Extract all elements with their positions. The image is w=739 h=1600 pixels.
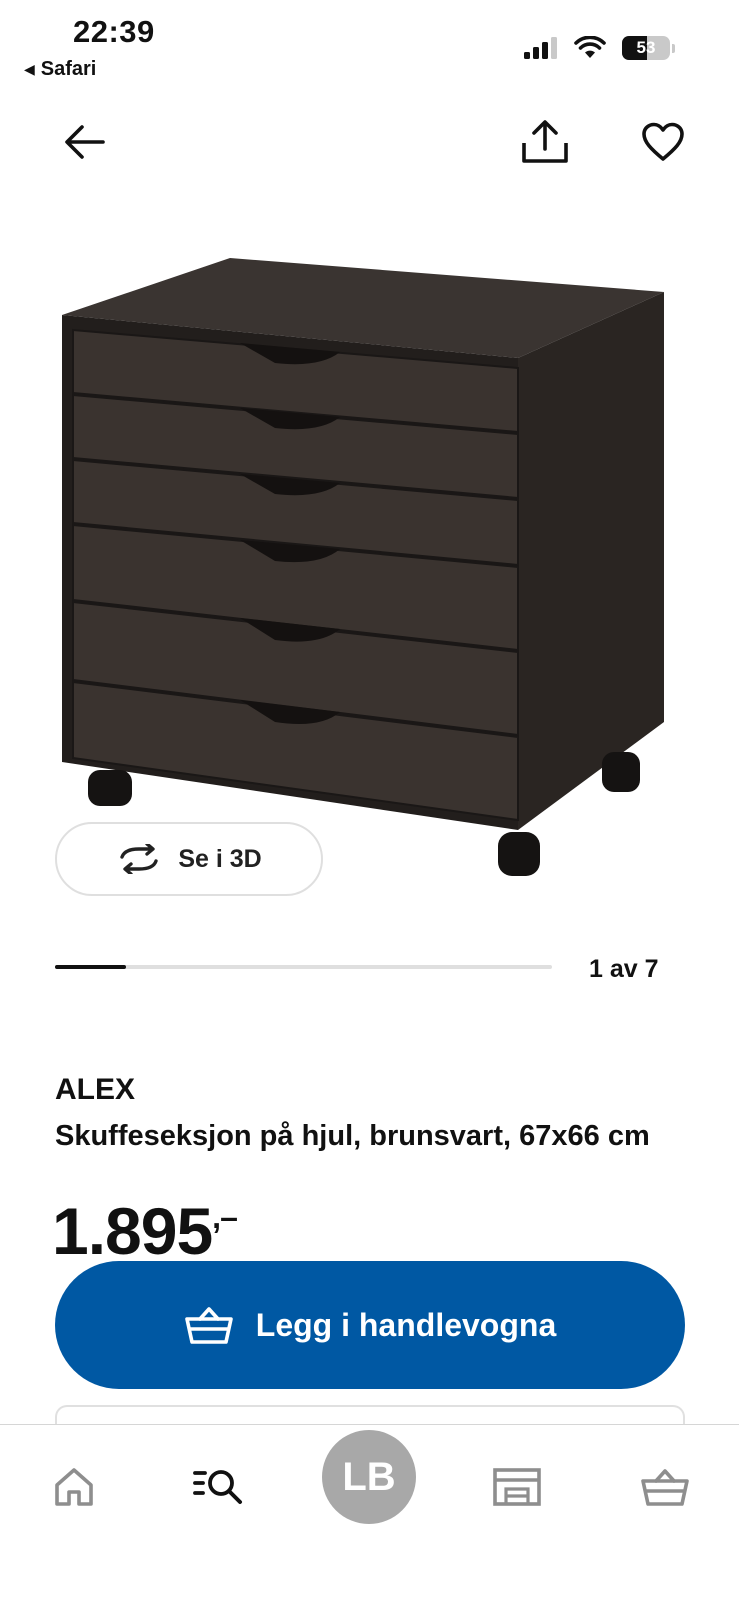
heart-icon [642,122,684,161]
price-suffix: ,– [212,1199,238,1235]
back-to-app[interactable]: ◀ Safari [24,58,96,81]
status-indicators: 53 [524,36,675,60]
battery-icon: 53 [622,36,670,60]
rotate-3d-icon [120,844,159,874]
back-button[interactable] [54,112,114,172]
wifi-icon [574,36,606,58]
share-icon [522,120,568,163]
view-3d-button[interactable]: Se i 3D [55,822,323,896]
tab-store[interactable] [477,1447,557,1527]
tab-home[interactable] [34,1447,114,1527]
tab-cart[interactable] [625,1447,705,1527]
back-triangle-icon: ◀ [24,61,35,77]
basket-icon [641,1469,689,1506]
bottom-tab-bar: LB [0,1424,739,1600]
home-icon [55,1468,93,1506]
add-to-cart-label: Legg i handlevogna [255,1306,557,1343]
price-value: 1.895 [52,1194,213,1268]
drawers [72,328,519,822]
carousel-progress [55,965,552,969]
product-name: ALEX [55,1073,136,1106]
view-3d-label: Se i 3D [178,844,262,873]
signal-icon [524,37,557,59]
share-button[interactable] [515,112,575,172]
tab-search[interactable] [180,1447,260,1527]
battery-level: 53 [636,38,656,57]
add-to-cart-button[interactable]: Legg i handlevogna [55,1261,685,1389]
carousel-progress-thumb [55,965,126,969]
product-price: 1.895,– [52,1198,238,1264]
product-image[interactable] [40,240,700,900]
search-list-icon [193,1470,242,1504]
carousel-counter: 1 av 7 [589,955,659,983]
favorite-button[interactable] [633,112,693,172]
status-time: 22:39 [73,14,155,49]
back-app-label: Safari [40,58,97,80]
tab-profile-avatar[interactable]: LB [322,1430,416,1524]
store-icon [493,1468,541,1506]
basket-icon [184,1307,233,1344]
product-description: Skuffeseksjon på hjul, brunsvart, 67x66 … [55,1120,650,1152]
arrow-left-icon [65,125,105,159]
